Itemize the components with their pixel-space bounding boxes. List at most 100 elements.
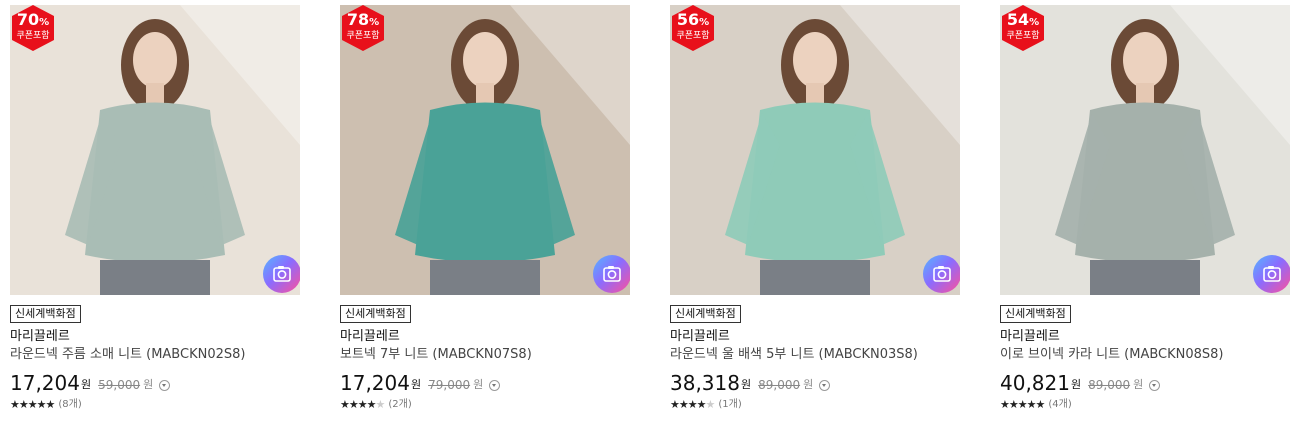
- discount-unit: %: [1029, 17, 1040, 28]
- star-rating: ★★★★★: [670, 398, 716, 412]
- product-image[interactable]: 54% 쿠폰포함: [1000, 5, 1290, 295]
- star-icon: ★: [366, 398, 377, 411]
- price-row: 38,318 원 89,000 원: [670, 372, 960, 394]
- model-face: [133, 32, 177, 88]
- product-card[interactable]: 56% 쿠폰포함 신세계백화점 마리끌레르 라운드넥 울 배색 5부 니트 (M…: [670, 5, 960, 412]
- model-neck: [1136, 83, 1154, 103]
- discount-badge: 54% 쿠폰포함: [1000, 5, 1046, 51]
- brand-name[interactable]: 마리끌레르: [340, 329, 630, 345]
- camera-icon: [1263, 266, 1281, 282]
- product-card[interactable]: 70% 쿠폰포함 신세계백화점 마리끌레르 라운드넥 주름 소매 니트 (MAB…: [10, 5, 300, 412]
- review-count[interactable]: (2개): [388, 398, 411, 412]
- star-icon: ★: [45, 398, 56, 411]
- store-tag: 신세계백화점: [10, 305, 81, 323]
- model-face: [1123, 32, 1167, 88]
- product-name[interactable]: 라운드넥 울 배색 5부 니트 (MABCKN03S8): [670, 347, 960, 363]
- chevron-down-circle-icon[interactable]: [819, 380, 831, 391]
- price-row: 17,204 원 59,000 원: [10, 372, 300, 394]
- camera-button[interactable]: [263, 255, 300, 293]
- original-currency-unit: 원: [803, 378, 814, 391]
- coupon-label: 쿠폰포함: [16, 31, 50, 41]
- model-face: [793, 32, 837, 88]
- discount-percent: 70: [16, 10, 40, 29]
- discount-unit: %: [369, 17, 380, 28]
- product-image[interactable]: 56% 쿠폰포함: [670, 5, 960, 295]
- original-currency-unit: 원: [1133, 378, 1144, 391]
- rating-row: ★★★★★ (4개): [1000, 398, 1290, 412]
- camera-button[interactable]: [1253, 255, 1290, 293]
- currency-unit: 원: [740, 378, 752, 391]
- currency-unit: 원: [80, 378, 92, 391]
- camera-icon: [603, 266, 621, 282]
- product-name[interactable]: 이로 브이넥 카라 니트 (MABCKN08S8): [1000, 347, 1290, 363]
- star-icon: ★: [1026, 398, 1037, 411]
- star-rating: ★★★★★: [1000, 398, 1046, 412]
- star-icon: ★: [27, 398, 38, 411]
- discount-percent: 78: [346, 10, 370, 29]
- rating-row: ★★★★★ (8개): [10, 398, 300, 412]
- review-count[interactable]: (8개): [58, 398, 81, 412]
- model-bottom: [100, 260, 210, 295]
- star-icon: ★: [1000, 398, 1010, 411]
- product-grid: 70% 쿠폰포함 신세계백화점 마리끌레르 라운드넥 주름 소매 니트 (MAB…: [0, 0, 1293, 445]
- star-icon: ★: [696, 398, 707, 411]
- model-face: [463, 32, 507, 88]
- discount-percent: 54: [1006, 10, 1030, 29]
- product-image[interactable]: 78% 쿠폰포함: [340, 5, 630, 295]
- discount-badge: 56% 쿠폰포함: [670, 5, 716, 51]
- coupon-label: 쿠폰포함: [1006, 31, 1040, 41]
- star-icon: ★: [36, 398, 47, 411]
- model-bottom: [430, 260, 540, 295]
- camera-button[interactable]: [923, 255, 960, 293]
- rating-row: ★★★★★ (1개): [670, 398, 960, 412]
- product-name[interactable]: 보트넥 7부 니트 (MABCKN07S8): [340, 347, 630, 363]
- star-icon: ★: [670, 398, 680, 411]
- original-currency-unit: 원: [143, 378, 154, 391]
- star-icon: ★: [340, 398, 350, 411]
- store-tag: 신세계백화점: [340, 305, 411, 323]
- star-rating: ★★★★★: [10, 398, 56, 412]
- price-row: 40,821 원 89,000 원: [1000, 372, 1290, 394]
- model-neck: [146, 83, 164, 103]
- star-icon: ★: [1008, 398, 1019, 411]
- star-icon: ★: [1035, 398, 1046, 411]
- discount-badge: 70% 쿠폰포함: [10, 5, 56, 51]
- product-card[interactable]: 78% 쿠폰포함 신세계백화점 마리끌레르 보트넥 7부 니트 (MABCKN0…: [340, 5, 630, 412]
- product-name[interactable]: 라운드넥 주름 소매 니트 (MABCKN02S8): [10, 347, 300, 363]
- brand-name[interactable]: 마리끌레르: [10, 329, 300, 345]
- sale-price: 17,204: [10, 371, 80, 395]
- original-currency-unit: 원: [473, 378, 484, 391]
- sale-price: 38,318: [670, 371, 740, 395]
- discount-percent: 56: [676, 10, 700, 29]
- discount-badge: 78% 쿠폰포함: [340, 5, 386, 51]
- model-bottom: [1090, 260, 1200, 295]
- chevron-down-circle-icon[interactable]: [1149, 380, 1161, 391]
- currency-unit: 원: [410, 378, 422, 391]
- camera-icon: [933, 266, 951, 282]
- discount-unit: %: [39, 17, 50, 28]
- rating-row: ★★★★★ (2개): [340, 398, 630, 412]
- store-tag: 신세계백화점: [1000, 305, 1071, 323]
- star-icon: ★: [348, 398, 359, 411]
- star-icon: ★: [375, 398, 386, 411]
- star-icon: ★: [18, 398, 29, 411]
- star-icon: ★: [687, 398, 698, 411]
- review-count[interactable]: (1개): [718, 398, 741, 412]
- price-row: 17,204 원 79,000 원: [340, 372, 630, 394]
- product-card[interactable]: 54% 쿠폰포함 신세계백화점 마리끌레르 이로 브이넥 카라 니트 (MABC…: [1000, 5, 1290, 412]
- chevron-down-circle-icon[interactable]: [159, 380, 171, 391]
- star-icon: ★: [678, 398, 689, 411]
- camera-icon: [273, 266, 291, 282]
- chevron-down-circle-icon[interactable]: [489, 380, 501, 391]
- camera-button[interactable]: [593, 255, 630, 293]
- original-price: 79,000: [428, 378, 471, 392]
- original-price: 89,000: [1088, 378, 1131, 392]
- brand-name[interactable]: 마리끌레르: [1000, 329, 1290, 345]
- coupon-label: 쿠폰포함: [676, 31, 710, 41]
- star-icon: ★: [357, 398, 368, 411]
- product-image[interactable]: 70% 쿠폰포함: [10, 5, 300, 295]
- brand-name[interactable]: 마리끌레르: [670, 329, 960, 345]
- star-icon: ★: [705, 398, 716, 411]
- review-count[interactable]: (4개): [1048, 398, 1071, 412]
- coupon-label: 쿠폰포함: [346, 31, 380, 41]
